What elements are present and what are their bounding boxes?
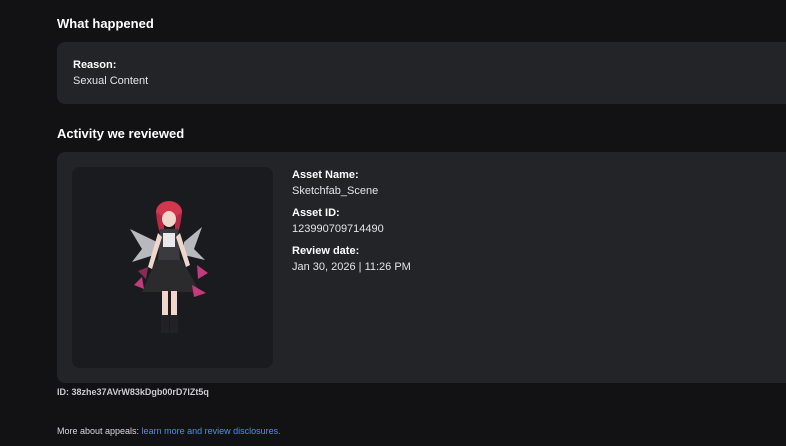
reason-value: Sexual Content [73, 75, 149, 87]
appeals-link[interactable]: learn more and review disclosures. [142, 426, 281, 436]
asset-id-label: Asset ID: [292, 207, 340, 219]
reason-card: Reason: Sexual Content [57, 42, 786, 104]
appeals-prefix: More about appeals: [57, 426, 142, 436]
appeals-note: More about appeals: learn more and revie… [57, 426, 281, 436]
character-render-image [130, 201, 208, 333]
asset-name-label: Asset Name: [292, 169, 359, 181]
review-date-label: Review date: [292, 245, 360, 257]
review-date-value: Jan 30, 2026 | 11:26 PM [292, 261, 411, 273]
reason-label: Reason: [73, 59, 117, 71]
what-happened-heading: What happened [57, 16, 154, 31]
activity-card: Asset Name: Sketchfab_Scene Asset ID: 12… [57, 152, 786, 383]
asset-thumbnail [72, 167, 273, 368]
asset-id-value: 123990709714490 [292, 223, 384, 235]
moderation-id: ID: 38zhe37AVrW83kDgb00rD7lZt5q [57, 387, 209, 397]
asset-name-value: Sketchfab_Scene [292, 185, 379, 197]
activity-heading: Activity we reviewed [57, 126, 185, 141]
